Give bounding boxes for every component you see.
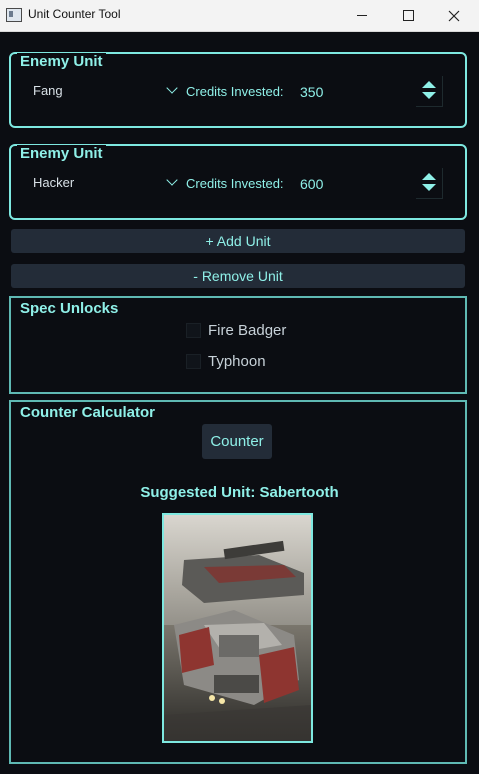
- checkbox-label: Typhoon: [208, 353, 266, 370]
- window-title: Unit Counter Tool: [28, 7, 121, 21]
- credits-label: Credits Invested:: [186, 84, 284, 99]
- unit-select-2[interactable]: Hacker: [19, 172, 179, 194]
- app-icon: [6, 8, 22, 22]
- credits-label: Credits Invested:: [186, 176, 284, 191]
- chevron-down-icon: [166, 174, 178, 186]
- triangle-down-icon[interactable]: [422, 184, 436, 191]
- fire-badger-checkbox[interactable]: [186, 323, 201, 338]
- unit-select-value: Hacker: [33, 175, 75, 190]
- close-icon: [448, 10, 460, 21]
- remove-unit-button[interactable]: - Remove Unit: [11, 264, 465, 288]
- spec-unlocks-group: Spec Unlocks Fire Badger Typhoon: [9, 296, 467, 394]
- minimize-button[interactable]: [339, 0, 385, 31]
- triangle-down-icon[interactable]: [422, 92, 436, 99]
- minimize-icon: [357, 15, 367, 16]
- suggested-unit-image: [162, 513, 313, 743]
- typhoon-checkbox[interactable]: [186, 354, 201, 369]
- enemy-unit-group-1: Enemy Unit Fang Credits Invested: 350: [9, 52, 467, 128]
- group-title: Counter Calculator: [18, 404, 158, 422]
- checkbox-label: Fire Badger: [208, 322, 287, 339]
- title-bar: Unit Counter Tool: [0, 0, 479, 32]
- group-title: Enemy Unit: [17, 53, 106, 71]
- credits-input-2[interactable]: 600: [300, 176, 323, 192]
- triangle-up-icon[interactable]: [422, 173, 436, 180]
- unit-select-value: Fang: [33, 83, 63, 98]
- maximize-icon: [402, 10, 414, 21]
- triangle-up-icon[interactable]: [422, 81, 436, 88]
- maximize-button[interactable]: [385, 0, 431, 31]
- credits-input-1[interactable]: 350: [300, 84, 323, 100]
- counter-button[interactable]: Counter: [202, 424, 272, 459]
- suggested-unit-label: Suggested Unit: Sabertooth: [140, 484, 339, 501]
- credits-stepper-1[interactable]: [416, 76, 443, 107]
- add-unit-button[interactable]: + Add Unit: [11, 229, 465, 253]
- group-title: Spec Unlocks: [18, 300, 121, 318]
- close-button[interactable]: [431, 0, 477, 31]
- group-title: Enemy Unit: [17, 145, 106, 163]
- unit-select-1[interactable]: Fang: [19, 80, 179, 102]
- sabertooth-tank-illustration: [164, 515, 311, 741]
- fire-badger-checkbox-row[interactable]: Fire Badger: [186, 322, 286, 339]
- credits-stepper-2[interactable]: [416, 168, 443, 199]
- chevron-down-icon: [166, 82, 178, 94]
- typhoon-checkbox-row[interactable]: Typhoon: [186, 353, 266, 370]
- enemy-unit-group-2: Enemy Unit Hacker Credits Invested: 600: [9, 144, 467, 220]
